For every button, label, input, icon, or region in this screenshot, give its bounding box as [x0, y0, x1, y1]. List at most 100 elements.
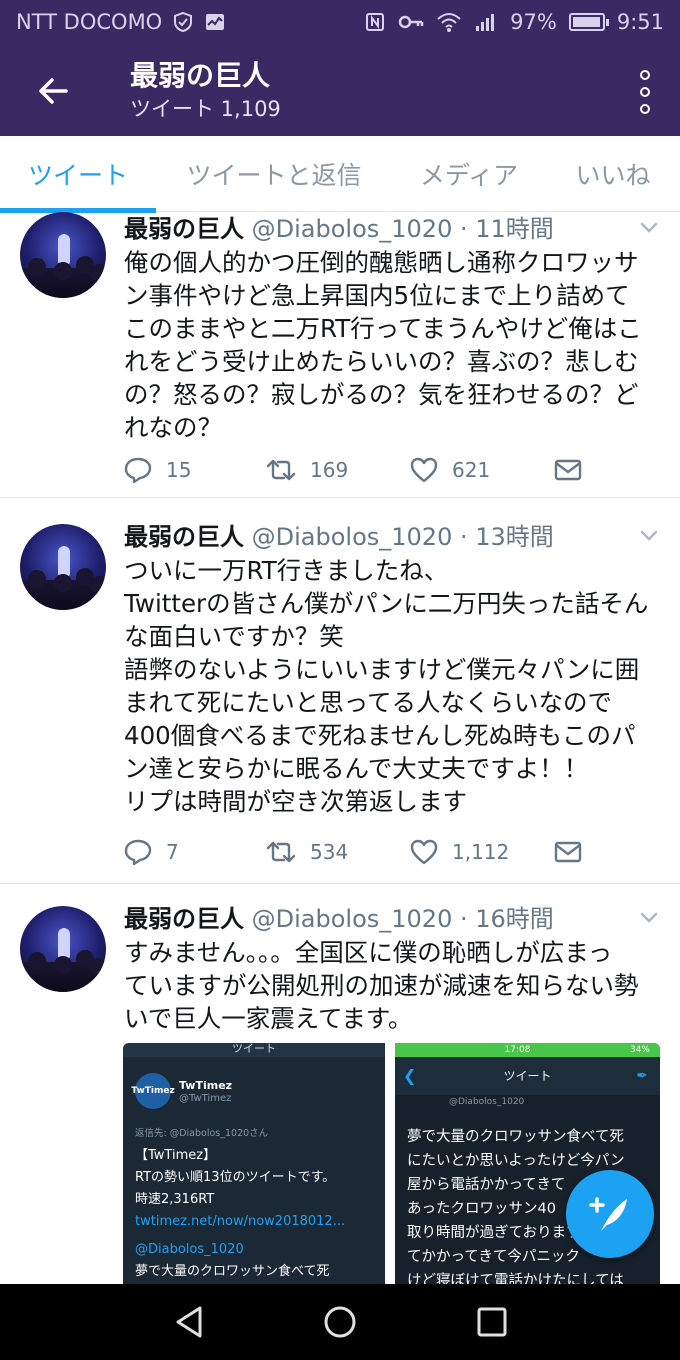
- tweet-text-line: ン達と安らかに眠るんで大丈夫ですよ！！: [124, 754, 589, 783]
- avatar[interactable]: [20, 212, 106, 298]
- tweet-text: ついに一万RT行きましたね、 Twitterの皆さん僕がパンに二万円失った話そんな…: [124, 554, 662, 818]
- key-icon: [398, 15, 424, 29]
- tweet-text: 俺の個人的かつ圧倒的醜態晒し通称クロワッサ ン事件やけど急上昇国内5位にまで上り詰…: [124, 246, 662, 444]
- tab-tweets-and-replies[interactable]: ツイートと返信: [156, 136, 392, 212]
- header-titles: 最弱の巨人 ツイート 1,109: [130, 58, 281, 124]
- author-name[interactable]: 最弱の巨人: [124, 905, 244, 933]
- nav-back-icon[interactable]: [170, 1302, 210, 1342]
- media-right-nav: ❮ ツイート ✒: [395, 1057, 660, 1095]
- tweet-text-line: リプは時間が空き次第返します: [124, 787, 467, 816]
- media-right-compose-icon: ✒: [636, 1068, 648, 1084]
- tweet-text-line: な面白いですか？笑: [124, 622, 344, 651]
- author-handle-time: @Diabolos_1020 · 16時間: [244, 905, 554, 933]
- tab-media[interactable]: メディア: [392, 136, 546, 212]
- direct-message-icon: [554, 841, 582, 863]
- tweet-menu-chevron-icon[interactable]: [638, 906, 660, 928]
- media-right-line: にたいとか思いよったけど今パン: [407, 1153, 625, 1169]
- media-left-account-name: TwTimez: [179, 1078, 233, 1092]
- media-left-account: TwTimez TwTimez @TwTimez: [131, 1073, 233, 1109]
- tweet-header: 最弱の巨人 @Diabolos_1020 · 13時間: [124, 520, 554, 554]
- avatar[interactable]: [20, 906, 106, 992]
- media-right-battery: 34%: [629, 1045, 650, 1055]
- share-dm-button[interactable]: [554, 458, 582, 482]
- author-name[interactable]: 最弱の巨人: [124, 523, 244, 551]
- status-bar: NTT DOCOMO 97% 9:51: [0, 0, 680, 46]
- media-right-back-icon: ❮: [403, 1066, 417, 1085]
- like-button[interactable]: 1,112: [410, 839, 509, 865]
- retweet-icon: [266, 459, 296, 481]
- retweet-button[interactable]: 534: [266, 840, 348, 864]
- media-image-left[interactable]: ツイート TwTimez TwTimez @TwTimez 返信先: @Diab…: [123, 1043, 385, 1284]
- tweet-text-line: ついに一万RT行きましたね、: [124, 556, 449, 585]
- media-left-link: twtimez.net/now/now2018012...: [135, 1214, 346, 1229]
- tweet-text-line: Twitterの皆さん僕がパンに二万円失った話そん: [124, 589, 649, 618]
- signal-icon: [476, 14, 495, 31]
- back-arrow-icon[interactable]: [30, 68, 76, 114]
- media-left-body: 返信先: @Diabolos_1020さん 【TwTimez】 RTの勢い順13…: [135, 1123, 345, 1283]
- like-count: 1,112: [452, 840, 510, 864]
- nfc-icon: [366, 13, 385, 31]
- retweet-button[interactable]: 169: [266, 458, 348, 482]
- tweet-text: すみません。。。全国区に僕の恥晒しが広まっ ていますが公開処刑の加速が減速を知らな…: [124, 936, 662, 1035]
- author-handle-time: @Diabolos_1020 · 13時間: [244, 523, 554, 551]
- like-heart-icon: [410, 457, 438, 483]
- tweet-count: ツイート 1,109: [130, 97, 281, 121]
- reply-icon: [124, 839, 152, 865]
- twtimez-logo: TwTimez: [131, 1073, 175, 1109]
- tab-tweets[interactable]: ツイート: [0, 136, 156, 213]
- tweet-media[interactable]: ツイート TwTimez TwTimez @TwTimez 返信先: @Diab…: [123, 1043, 660, 1284]
- activity-icon: [206, 14, 225, 30]
- tweet-feed[interactable]: 最弱の巨人 @Diabolos_1020 · 11時間 俺の個人的かつ圧倒的醜態晒…: [0, 212, 680, 1284]
- media-right-prev-handle: @Diabolos_1020: [449, 1097, 525, 1107]
- tweet-text-line: 400個食べるまで死ねませんし死ぬ時もこのパ: [124, 721, 636, 750]
- retweet-count: 534: [310, 840, 349, 864]
- media-right-title: ツイート: [503, 1069, 552, 1083]
- page-title: 最弱の巨人: [130, 59, 271, 92]
- tab-likes[interactable]: いいね: [546, 136, 680, 212]
- like-heart-icon: [410, 839, 438, 865]
- tweet-actions: 15 169 621: [124, 454, 590, 486]
- reply-button[interactable]: 15: [124, 457, 191, 483]
- battery-percent: 97%: [510, 10, 557, 34]
- tweet-header: 最弱の巨人 @Diabolos_1020 · 16時間: [124, 902, 554, 936]
- tweet-text-line: 語弊のないようにいいますけど僕元々パンに囲: [124, 655, 640, 684]
- tweet-menu-chevron-icon[interactable]: [638, 216, 660, 238]
- reply-button[interactable]: 7: [124, 839, 179, 865]
- media-left-line: 【TwTimez】: [135, 1148, 217, 1163]
- app-bar: 最弱の巨人 ツイート 1,109: [0, 46, 680, 136]
- media-right-line: けど寝ぼけて電話かけたにしては: [407, 1273, 624, 1284]
- media-left-mention: @Diabolos_1020: [135, 1242, 244, 1257]
- tweet-text-line: すみません。。。全国区に僕の恥晒しが広まっ: [124, 938, 613, 967]
- compose-tweet-button[interactable]: [566, 1170, 654, 1258]
- tweet-text-line: いで巨人一家震えてます。: [124, 1004, 413, 1033]
- nav-recents-icon[interactable]: [472, 1302, 512, 1342]
- media-left-reply-to: 返信先: @Diabolos_1020さん: [135, 1128, 269, 1139]
- tweet-text-line: 俺の個人的かつ圧倒的醜態晒し通称クロワッサ: [124, 248, 639, 277]
- more-options-icon[interactable]: [636, 70, 654, 114]
- direct-message-icon: [554, 459, 582, 481]
- tweet-actions: 7 534 1,112: [124, 836, 590, 868]
- battery-icon: [568, 13, 609, 31]
- clock: 9:51: [616, 10, 664, 34]
- nav-home-icon[interactable]: [320, 1302, 360, 1342]
- tweet[interactable]: 最弱の巨人 @Diabolos_1020 · 13時間 ついに一万RT行きましたね…: [0, 502, 680, 884]
- tweet[interactable]: 最弱の巨人 @Diabolos_1020 · 11時間 俺の個人的かつ圧倒的醜態晒…: [0, 212, 680, 498]
- media-right-status: 17:08 34%: [395, 1043, 660, 1057]
- media-left-title: ツイート: [123, 1043, 385, 1057]
- tweet-text-line: まれて死にたいと思ってる人なくらいなので: [124, 688, 613, 717]
- retweet-icon: [266, 841, 296, 863]
- author-name[interactable]: 最弱の巨人: [124, 215, 244, 243]
- media-right-line: 夢で大量のクロワッサン食べて死: [407, 1129, 624, 1145]
- reply-count: 15: [166, 458, 192, 482]
- tweet-menu-chevron-icon[interactable]: [638, 524, 660, 546]
- like-button[interactable]: 621: [410, 457, 490, 483]
- avatar[interactable]: [20, 524, 106, 610]
- reply-icon: [124, 457, 152, 483]
- compose-feather-icon: [589, 1197, 627, 1231]
- like-count: 621: [452, 458, 491, 482]
- shield-check-icon: [174, 11, 193, 33]
- tweet-text-line: ン事件やけど急上昇国内5位にまで上り詰めて: [124, 281, 630, 310]
- profile-tabs: ツイート ツイートと返信 メディア いいね: [0, 136, 680, 213]
- share-dm-button[interactable]: [554, 840, 582, 864]
- carrier-label: NTT DOCOMO: [16, 10, 163, 34]
